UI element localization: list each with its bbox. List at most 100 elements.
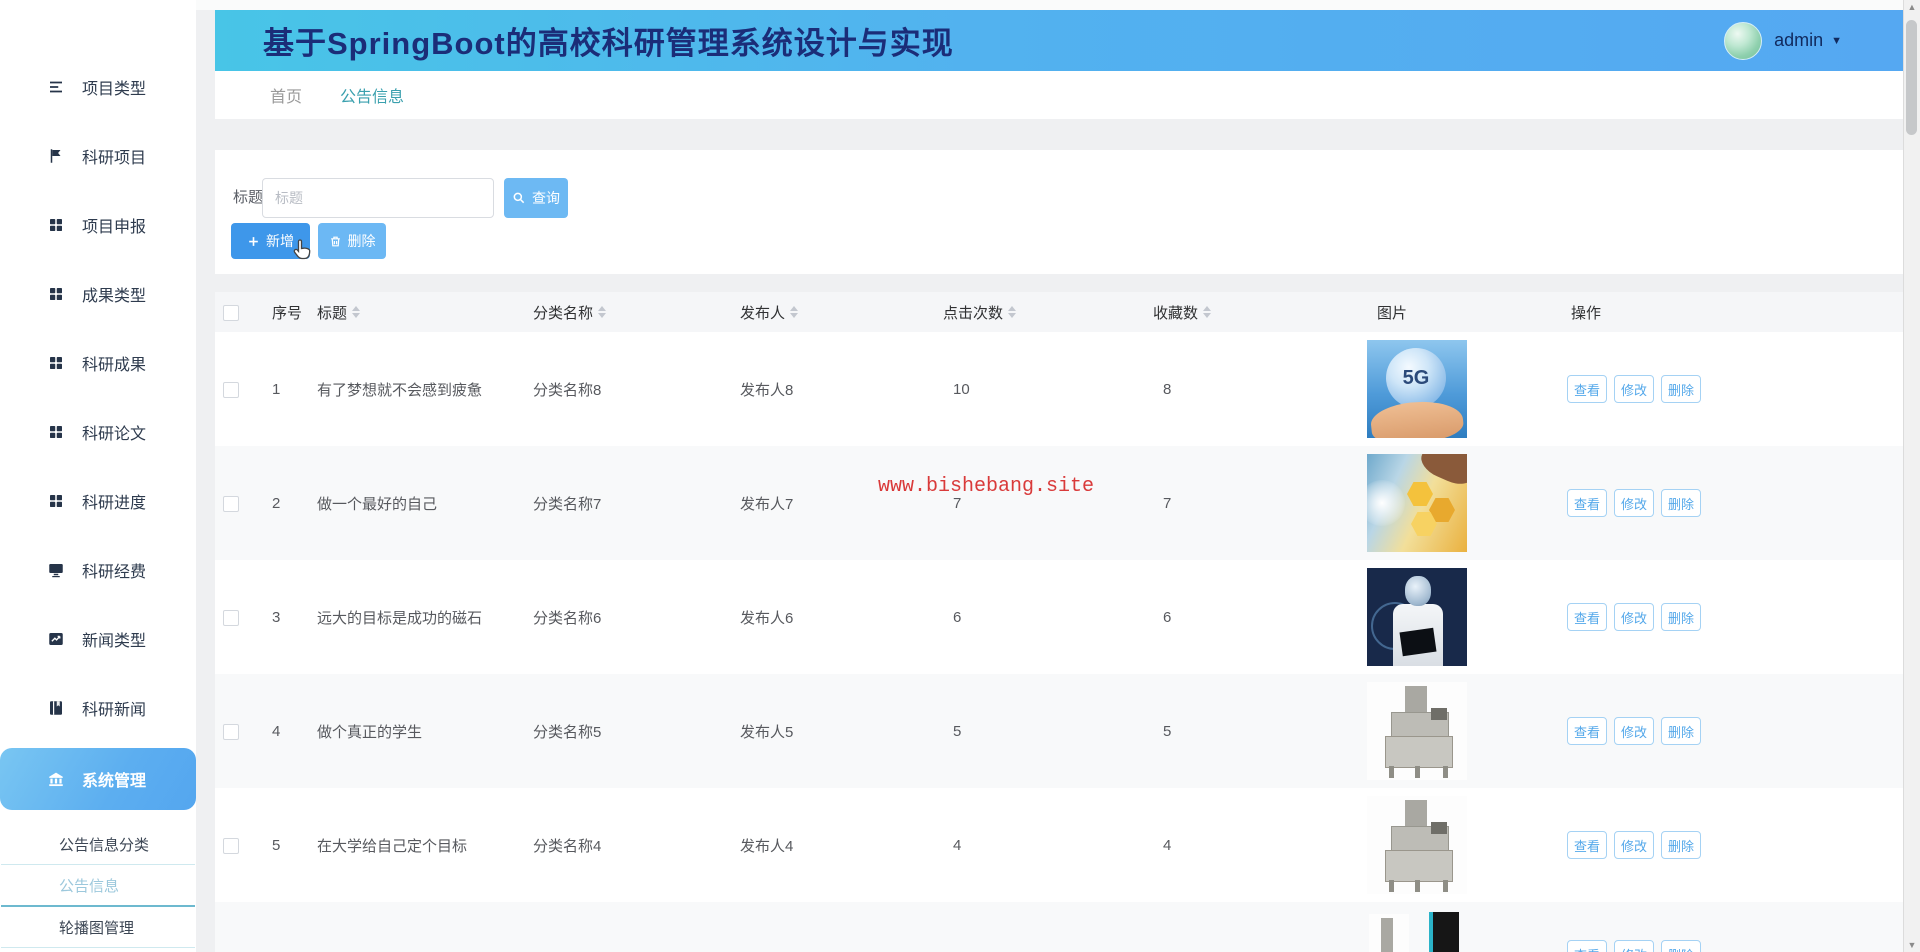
row-actions: 查看修改删除	[1567, 831, 1708, 859]
column-header[interactable]: 收藏数	[1153, 292, 1212, 332]
cell-title: 做个真正的学生	[317, 723, 423, 741]
trash-icon	[330, 236, 340, 246]
row-actions: 查看修改删除	[1567, 603, 1708, 631]
watermark-text: www.bishebang.site	[878, 475, 1095, 498]
cell-favorites: 5	[1163, 722, 1172, 740]
tab-bar: 首页 公告信息	[215, 71, 1904, 119]
query-button[interactable]: 查询	[504, 178, 568, 218]
scroll-up-icon[interactable]: ▲	[1904, 0, 1920, 14]
table-row: 4 做个真正的学生 分类名称5 发布人5 5 5 查看 修改 删除	[215, 674, 1904, 789]
row-thumbnail	[1367, 682, 1467, 780]
sidebar-item-label: 成果类型	[82, 287, 147, 305]
sort-caret-icon[interactable]	[1008, 306, 1017, 318]
cell-clicks: 10	[953, 380, 970, 398]
sort-caret-icon[interactable]	[1203, 306, 1212, 318]
row-checkbox[interactable]	[223, 838, 239, 854]
table-row: 5 在大学给自己定个目标 分类名称4 发布人4 4 4 查看 修改 删除	[215, 788, 1904, 903]
avatar[interactable]	[1724, 21, 1763, 60]
sidebar-item-5[interactable]: 科研成果	[0, 328, 196, 397]
view-row-button[interactable]: 查看	[1567, 603, 1607, 631]
table-row: 1 有了梦想就不会感到疲惫 分类名称8 发布人8 10 8 5G 查看 修改 删除	[215, 332, 1904, 447]
column-header[interactable]: 点击次数	[943, 292, 1017, 332]
sidebar-item-label: 科研进度	[82, 494, 147, 512]
delete-row-button[interactable]: 删除	[1661, 603, 1701, 631]
row-actions: 查看修改删除	[1567, 940, 1708, 952]
sidebar-item-2[interactable]: 科研项目	[0, 121, 196, 190]
column-header[interactable]: 分类名称	[533, 292, 607, 332]
view-row-button[interactable]: 查看	[1567, 489, 1607, 517]
scrollbar[interactable]: ▲ ▼	[1903, 0, 1920, 952]
cell-publisher: 发布人6	[740, 609, 794, 627]
list-icon	[46, 77, 66, 97]
scrollbar-thumb[interactable]	[1906, 20, 1917, 135]
cell-index: 4	[272, 722, 281, 740]
row-checkbox[interactable]	[223, 496, 239, 512]
view-row-button[interactable]: 查看	[1567, 831, 1607, 859]
column-header: 图片	[1377, 304, 1408, 322]
user-menu[interactable]: admin ▼	[1724, 10, 1842, 71]
row-actions: 查看修改删除	[1567, 375, 1708, 403]
sidebar-item-9[interactable]: 新闻类型	[0, 604, 196, 673]
sidebar-item-4[interactable]: 成果类型	[0, 259, 196, 328]
sidebar: 项目类型科研项目 项目申报成果类型科研成果科研论文科研进度科研经费 新闻类型科研新闻…	[0, 0, 196, 952]
edit-row-button[interactable]: 修改	[1614, 717, 1654, 745]
grid-icon	[46, 284, 66, 304]
column-header[interactable]: 标题	[317, 292, 361, 332]
title-search-input[interactable]	[262, 178, 494, 218]
cell-category: 分类名称5	[533, 723, 602, 741]
mouse-cursor	[293, 239, 311, 260]
sort-caret-icon[interactable]	[598, 306, 607, 318]
sidebar-item-label: 项目类型	[82, 80, 147, 98]
delete-row-button[interactable]: 删除	[1661, 375, 1701, 403]
row-checkbox[interactable]	[223, 382, 239, 398]
delete-row-button[interactable]: 删除	[1661, 831, 1701, 859]
table-row: 3 远大的目标是成功的磁石 分类名称6 发布人6 6 6 查看 修改 删除	[215, 560, 1904, 675]
sidebar-item-3[interactable]: 项目申报	[0, 190, 196, 259]
row-checkbox[interactable]	[223, 724, 239, 740]
edit-row-button[interactable]: 修改	[1614, 603, 1654, 631]
tab-1[interactable]: 首页	[270, 83, 302, 107]
sidebar-item-10[interactable]: 科研新闻	[0, 673, 196, 742]
scroll-down-icon[interactable]: ▼	[1904, 938, 1920, 952]
sidebar-subitem-2[interactable]: 公告信息	[1, 865, 195, 907]
cell-category: 分类名称6	[533, 609, 602, 627]
cell-favorites: 7	[1163, 494, 1172, 512]
delete-row-button[interactable]: 删除	[1661, 717, 1701, 745]
sidebar-subitem-label: 公告信息分类	[59, 836, 150, 854]
sidebar-item-7[interactable]: 科研进度	[0, 466, 196, 535]
edit-row-button[interactable]: 修改	[1614, 375, 1654, 403]
sidebar-item-6[interactable]: 科研论文	[0, 397, 196, 466]
edit-row-button[interactable]: 修改	[1614, 831, 1654, 859]
cell-publisher: 发布人5	[740, 723, 794, 741]
sidebar-item-8[interactable]: 科研经费	[0, 535, 196, 604]
sort-caret-icon[interactable]	[790, 306, 799, 318]
delete-button[interactable]: 删除	[318, 223, 386, 259]
view-row-button[interactable]: 查看	[1567, 717, 1607, 745]
sort-caret-icon[interactable]	[352, 306, 361, 318]
username: admin	[1774, 30, 1824, 50]
cell-publisher: 发布人8	[740, 381, 794, 399]
delete-row-button[interactable]: 删除	[1661, 489, 1701, 517]
view-row-button[interactable]: 查看	[1567, 375, 1607, 403]
sidebar-subitem-3[interactable]: 轮播图管理	[1, 907, 195, 948]
edit-row-button[interactable]: 修改	[1614, 489, 1654, 517]
row-checkbox[interactable]	[223, 610, 239, 626]
tab-2[interactable]: 公告信息	[340, 83, 404, 107]
app-window: 项目类型科研项目 项目申报成果类型科研成果科研论文科研进度科研经费 新闻类型科研新闻…	[0, 0, 1920, 952]
sidebar-subitem-1[interactable]: 公告信息分类	[1, 824, 195, 865]
sidebar-item-label: 科研论文	[82, 425, 147, 443]
edit-row-button[interactable]: 修改	[1614, 940, 1654, 952]
column-header[interactable]: 发布人	[740, 292, 799, 332]
sidebar-item-label: 科研新闻	[82, 701, 147, 719]
delete-row-button[interactable]: 删除	[1661, 940, 1701, 952]
grid-icon	[46, 353, 66, 373]
select-all-checkbox[interactable]	[223, 305, 239, 321]
top-strip	[196, 0, 1920, 10]
cell-title: 有了梦想就不会感到疲惫	[317, 381, 483, 399]
sidebar-item-11[interactable]: 系统管理	[0, 748, 196, 810]
view-row-button[interactable]: 查看	[1567, 940, 1607, 952]
page-title: 基于SpringBoot的高校科研管理系统设计与实现	[263, 26, 954, 61]
sidebar-item-1[interactable]: 项目类型	[0, 52, 196, 121]
monitor-icon	[46, 560, 66, 580]
cell-category: 分类名称4	[533, 837, 602, 855]
